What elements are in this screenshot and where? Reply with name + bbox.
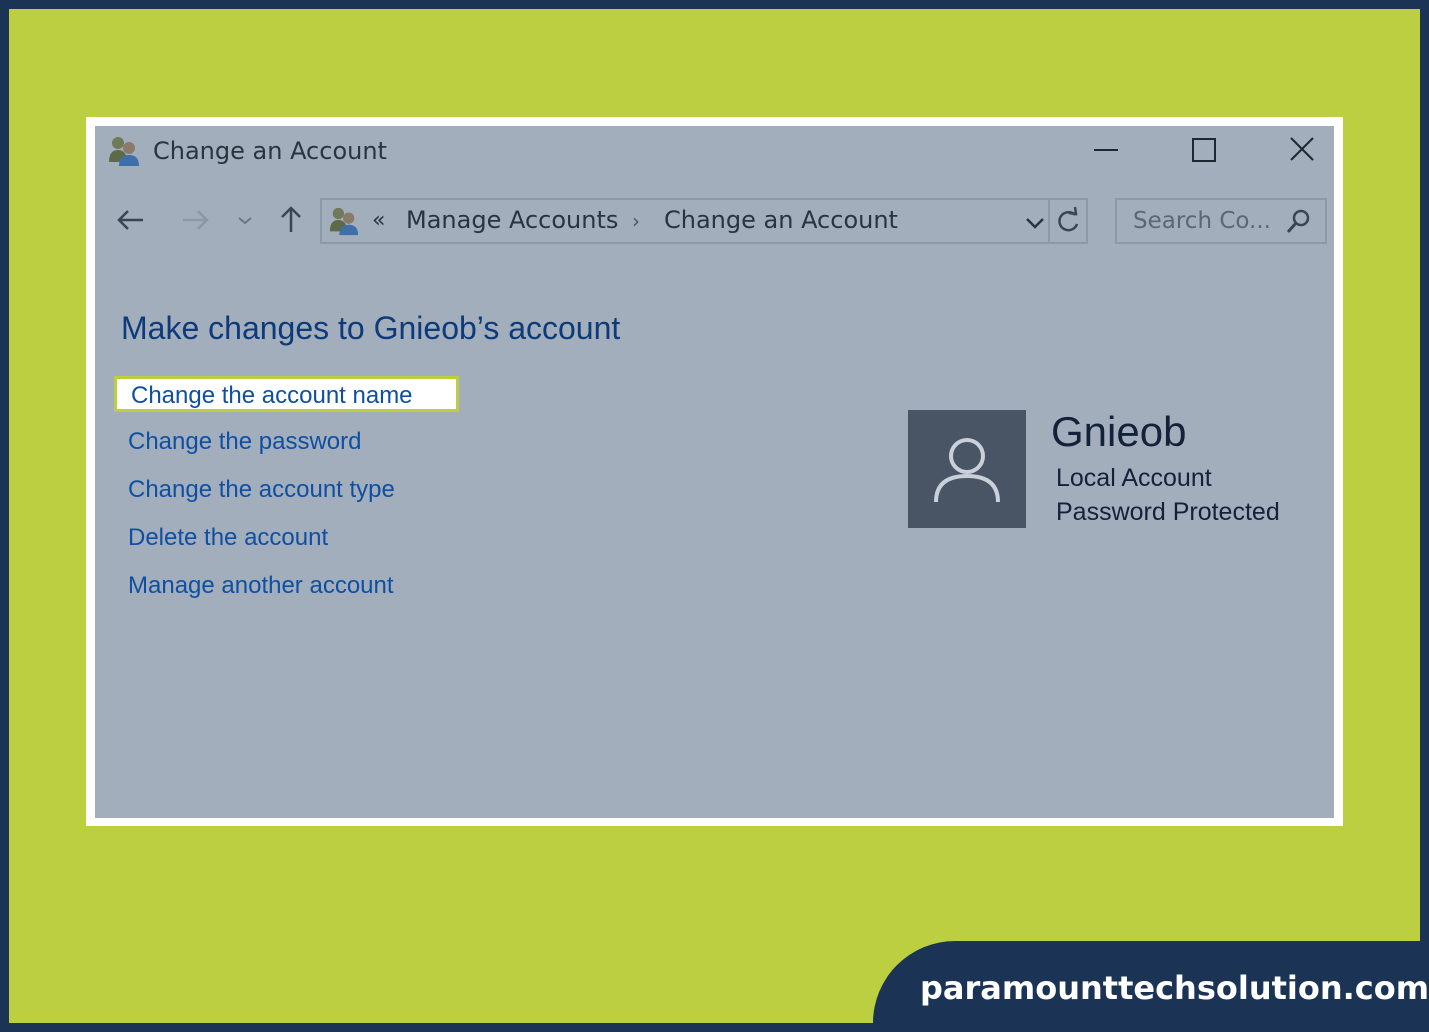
chevron-down-icon[interactable] xyxy=(235,202,255,238)
forward-arrow-icon[interactable] xyxy=(177,202,213,238)
breadcrumb-separator[interactable]: › xyxy=(632,209,640,233)
user-avatar-icon xyxy=(934,438,1000,503)
users-icon xyxy=(109,137,139,166)
minimize-icon[interactable] xyxy=(1086,132,1126,168)
delete-account-link[interactable]: Delete the account xyxy=(128,524,328,552)
navigation-bar: « Manage Accounts › Change an Account Se… xyxy=(95,198,1334,246)
change-account-window: Change an Account « Manage Accounts › Ch… xyxy=(95,126,1334,818)
password-status-label: Password Protected xyxy=(1056,498,1280,526)
chevron-down-icon[interactable] xyxy=(1022,208,1048,236)
change-password-link[interactable]: Change the password xyxy=(128,428,361,456)
search-input[interactable]: Search Co... xyxy=(1133,208,1271,234)
window-title: Change an Account xyxy=(153,137,387,165)
breadcrumb-overflow[interactable]: « xyxy=(372,208,385,233)
address-bar[interactable]: « Manage Accounts › Change an Account xyxy=(320,198,1088,244)
breadcrumb-change-account[interactable]: Change an Account xyxy=(664,206,898,234)
user-name: Gnieob xyxy=(1051,408,1187,455)
brand-banner: paramounttechsolution.com xyxy=(873,941,1429,1023)
change-account-name-link[interactable]: Change the account name xyxy=(114,376,459,412)
brand-site-text: paramounttechsolution.com xyxy=(920,969,1429,1007)
manage-another-account-link[interactable]: Manage another account xyxy=(128,572,394,600)
breadcrumb-manage-accounts[interactable]: Manage Accounts xyxy=(406,206,618,234)
close-icon[interactable] xyxy=(1282,132,1322,168)
account-type-label: Local Account xyxy=(1056,464,1212,492)
search-icon[interactable] xyxy=(1283,207,1313,237)
maximize-icon[interactable] xyxy=(1184,132,1224,168)
refresh-icon xyxy=(1058,206,1079,232)
change-account-type-link[interactable]: Change the account type xyxy=(128,476,395,504)
refresh-button[interactable] xyxy=(1048,198,1088,244)
search-box[interactable]: Search Co... xyxy=(1115,198,1327,244)
title-bar: Change an Account xyxy=(95,126,1334,178)
users-icon xyxy=(329,207,359,236)
page-heading: Make changes to Gnieob’s account xyxy=(121,310,621,346)
avatar xyxy=(908,410,1026,528)
up-arrow-icon[interactable] xyxy=(273,202,309,238)
back-arrow-icon[interactable] xyxy=(113,202,149,238)
